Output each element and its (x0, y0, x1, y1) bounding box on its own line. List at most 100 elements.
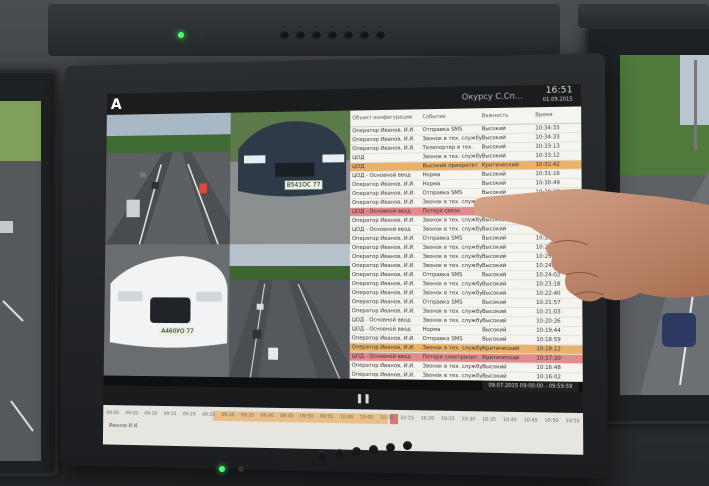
timeline-tick: 10:50 (541, 417, 562, 428)
monitor-button[interactable] (344, 30, 353, 39)
table-cell: 10:18:59 (536, 337, 578, 344)
table-cell: 10:16:02 (536, 374, 578, 381)
timeline-tick: 09:20 (180, 410, 199, 420)
table-cell: Оператор Иванов, И.И. (350, 363, 423, 370)
upper-right-monitor-bezel (578, 4, 709, 28)
table-cell: 10:32:42 (535, 162, 577, 169)
column-header[interactable]: Объект конфигурации (350, 114, 422, 121)
table-cell: ЦОД (350, 381, 423, 382)
table-cell: 10:34:33 (535, 134, 577, 141)
table-cell: ЦОД - Основной ввод (350, 172, 422, 179)
table-cell: Высокий (482, 336, 536, 343)
timeline-tick: 09:00 (103, 409, 122, 419)
highway-view (105, 113, 230, 245)
table-cell: ЦОД - Основной ввод (350, 326, 423, 333)
table-cell: Высокий (482, 153, 536, 160)
timeline-tick: 10:30 (458, 415, 479, 426)
timeline-tick: 10:40 (499, 416, 520, 427)
pause-icon[interactable]: ❚❚ (356, 394, 371, 404)
table-cell: ЦОД - Основной ввод (350, 317, 423, 324)
camera-tile-car-front-2[interactable]: А460УО 77 (104, 244, 230, 377)
table-cell: Отправка SMS (423, 126, 482, 133)
table-cell: Оператор Иванов, И.И. (350, 299, 423, 305)
user-name[interactable]: Окурсу С.Сп... (462, 91, 523, 101)
power-led (178, 32, 184, 38)
table-cell: Оператор Иванов, И.И. (350, 218, 423, 224)
table-cell: Звонок в тех. службу (423, 363, 483, 370)
table-cell: Оператор Иванов, И.И. (350, 181, 422, 188)
table-cell: 10:33:12 (535, 152, 577, 159)
clock-date: 01.09.2015 (543, 95, 573, 105)
table-cell: 10:21:03 (536, 309, 578, 315)
table-cell: Оператор Иванов, И.И. (350, 344, 423, 351)
monitor-button[interactable] (312, 30, 321, 39)
monitor-button[interactable] (296, 30, 305, 39)
table-cell: Звонок в тех. службу (423, 154, 482, 161)
license-plate-left: А460УО 77 (159, 327, 195, 336)
monitor-button[interactable] (376, 30, 385, 39)
table-cell: ЦОД (350, 163, 422, 170)
column-header[interactable]: Событие (423, 113, 482, 120)
main-power-led (219, 466, 225, 472)
table-cell: 10:20:26 (536, 318, 578, 324)
table-cell: Высокий (482, 125, 536, 132)
timeline-tick: 09:15 (160, 410, 179, 420)
table-cell: Высокий (482, 373, 536, 380)
timeline-tick: 09:40 (257, 412, 277, 422)
timeline[interactable]: 09:00 09:05 09:10 09:15 09:20 09:25 09:30 09:35… (103, 405, 583, 455)
table-cell: Оператор Иванов, И.И. (350, 272, 423, 278)
table-cell: Оператор Иванов, И.И. (350, 236, 423, 242)
table-row[interactable]: Оператор Иванов, И.И. Звонок в тех. служб… (350, 371, 583, 382)
main-monitor-button[interactable] (403, 441, 412, 450)
table-cell: Отправка SMS (423, 336, 483, 343)
table-cell: 10:34:33 (535, 125, 577, 132)
column-header[interactable]: Время (535, 112, 577, 119)
table-cell: Звонок в тех. службу (423, 135, 482, 142)
monitor-button[interactable] (328, 30, 337, 39)
timeline-tick: 10:10 (377, 414, 397, 425)
monitor-button[interactable] (360, 30, 369, 39)
clock: 16:51 01.09.2015 (543, 86, 573, 105)
table-cell: 10:17:30 (536, 355, 578, 362)
table-cell: Звонок в тех. службу (423, 373, 483, 380)
timeline-tick: 10:35 (479, 415, 500, 426)
table-cell: Оператор Иванов, И.И. (350, 281, 423, 287)
main-monitor-button[interactable] (318, 451, 327, 460)
table-cell: Потеря электропит. (423, 354, 483, 361)
table-cell: Критический (482, 346, 536, 353)
table-cell: Критический (482, 162, 536, 169)
license-plate-right: В541ОС 77 (285, 180, 323, 189)
highway-view-2 (229, 244, 350, 379)
table-cell: Оператор Иванов, И.И. (350, 290, 423, 296)
column-header[interactable]: Важность (482, 112, 536, 119)
table-cell: Оператор Иванов, И.И. (350, 372, 423, 379)
main-monitor-button[interactable] (369, 445, 378, 454)
table-cell: Норма (423, 172, 482, 179)
table-cell: Высокий (482, 171, 536, 178)
timeline-tick: 10:15 (397, 414, 417, 425)
camera-tile-highway-2[interactable] (229, 244, 350, 379)
table-cell: 10:33:13 (535, 143, 577, 150)
app-badge: A (111, 95, 122, 113)
upper-monitor-bezel (48, 4, 560, 56)
timeline-tick: 09:30 (218, 411, 238, 421)
main-standby-led (238, 466, 244, 472)
table-cell: Норма (423, 327, 483, 334)
table-cell: Высокий (482, 135, 536, 142)
table-cell: 10:18:12 (536, 346, 578, 353)
monitor-button[interactable] (280, 30, 289, 39)
table-cell: Оператор Иванов, И.И. (350, 308, 423, 314)
timeline-tick: 09:10 (141, 410, 160, 420)
main-monitor-button[interactable] (335, 449, 344, 458)
camera-tile-highway-1[interactable] (105, 113, 230, 245)
hand-touching-screen (470, 185, 709, 310)
table-cell: 10:31:16 (536, 171, 578, 178)
main-monitor-button[interactable] (386, 443, 395, 452)
main-monitor-button[interactable] (352, 447, 361, 456)
table-cell: Высокий (482, 144, 536, 151)
timeline-tick: 09:55 (317, 413, 337, 423)
camera-tile-car-front-1[interactable]: В541ОС 77 (230, 111, 351, 245)
table-cell: Оператор Иванов, И.И. (350, 145, 422, 152)
table-cell: Оператор Иванов, И.И. (350, 199, 422, 206)
table-cell: Оператор Иванов, И.И. (350, 245, 423, 251)
